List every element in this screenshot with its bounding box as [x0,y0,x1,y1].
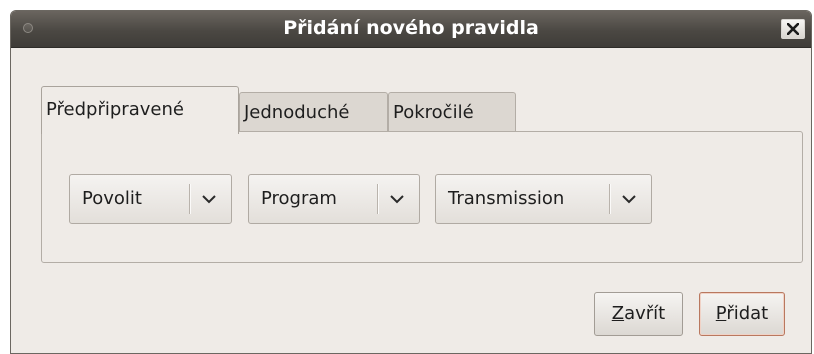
add-rule-dialog: Přidání nového pravidla Předpřipravené J… [10,10,812,354]
add-button-label: řidat [726,303,769,324]
combo-separator [609,184,610,214]
add-button-mnemonic: P [715,303,727,324]
tab-panel-preconfigured: Povolit Program Transmission [41,131,803,263]
program-combo-value: Transmission [448,188,565,209]
action-combo[interactable]: Povolit [69,174,232,224]
tab-preconfigured[interactable]: Předpřipravené [41,86,239,134]
tab-simple[interactable]: Jednoduché [239,92,388,132]
category-combo-value: Program [261,188,337,209]
tab-label: Předpřipravené [46,99,184,120]
close-button-mnemonic: Z [611,303,625,324]
window-title: Přidání nového pravidla [283,17,539,39]
add-button[interactable]: Přidat [699,292,785,336]
category-combo[interactable]: Program [248,174,420,224]
close-icon [787,23,799,35]
chevron-down-icon [622,195,636,204]
window-close-button[interactable] [781,19,805,39]
combo-separator [377,184,378,214]
tab-label: Jednoduché [244,102,350,123]
program-combo[interactable]: Transmission [435,174,652,224]
tab-label: Pokročilé [393,102,474,123]
tab-advanced[interactable]: Pokročilé [388,92,516,132]
chevron-down-icon [202,195,216,204]
titlebar[interactable]: Přidání nového pravidla [11,11,811,48]
action-combo-value: Povolit [82,188,142,209]
close-button-label: avřít [624,303,666,324]
close-button[interactable]: Zavřít [594,292,683,336]
chevron-down-icon [390,195,404,204]
combo-separator [189,184,190,214]
